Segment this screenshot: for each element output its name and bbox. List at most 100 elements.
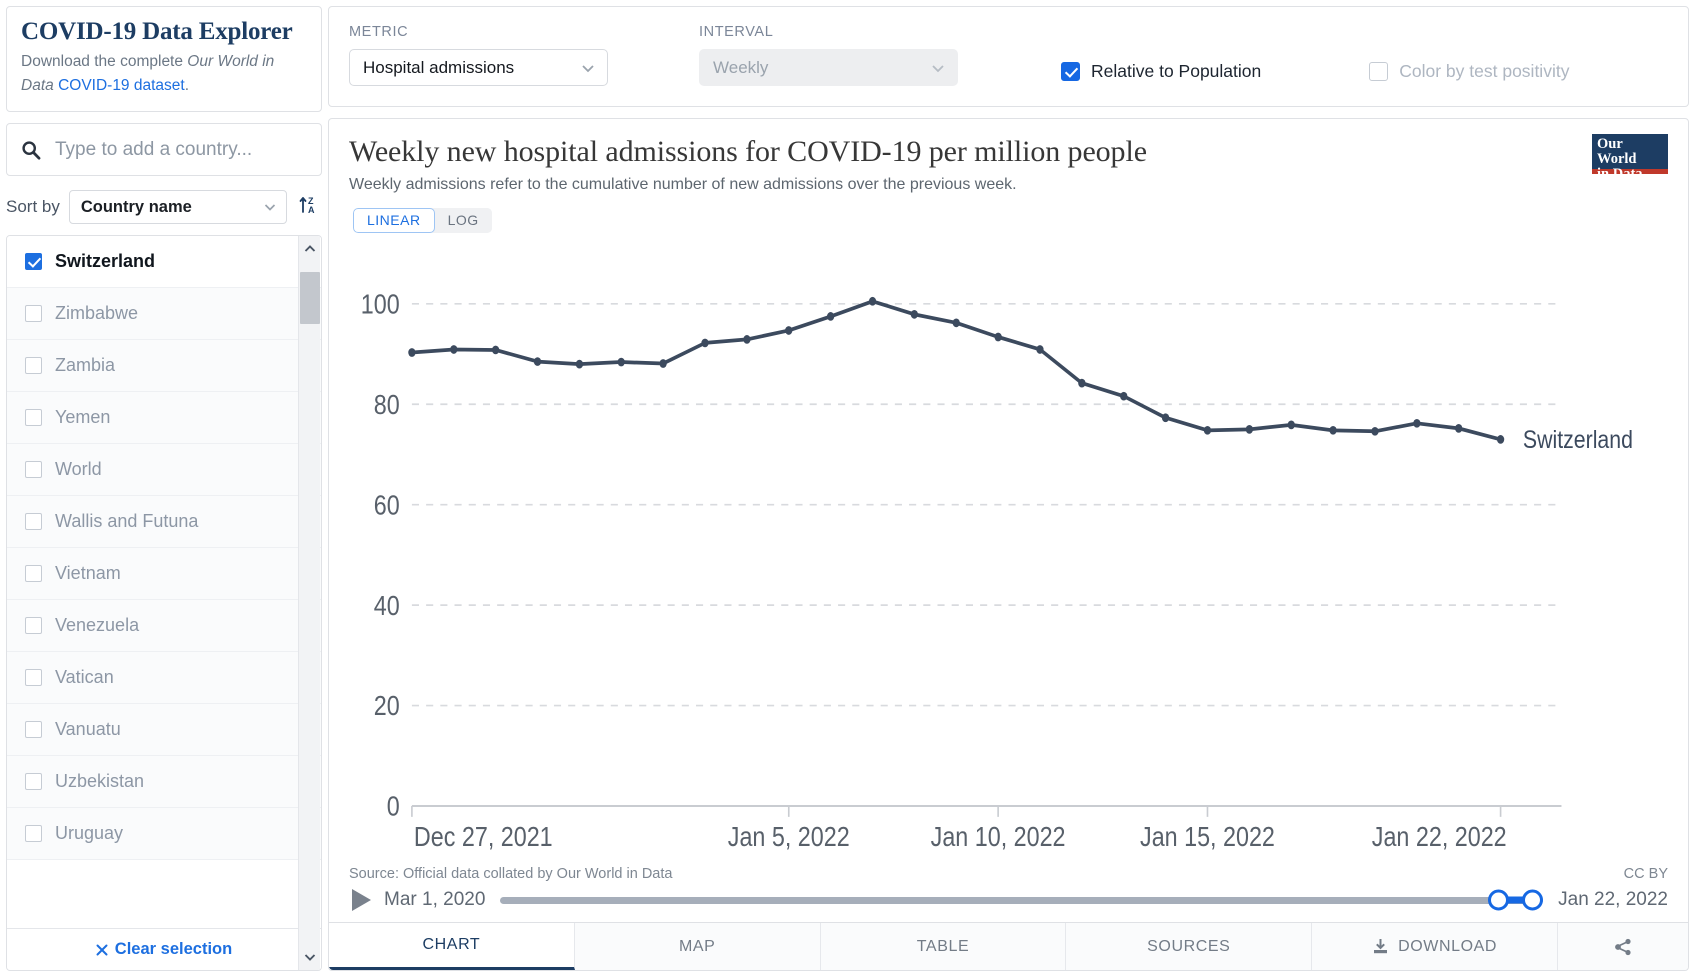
data-point[interactable] — [1078, 378, 1086, 387]
tab-table[interactable]: TABLE — [820, 923, 1067, 970]
tab-sources[interactable]: SOURCES — [1066, 923, 1313, 970]
clear-selection-button[interactable]: Clear selection — [7, 928, 321, 970]
data-point[interactable] — [743, 334, 751, 344]
checkbox-icon[interactable] — [25, 617, 42, 635]
play-icon[interactable] — [352, 889, 371, 911]
data-point[interactable] — [1496, 434, 1505, 444]
country-list[interactable]: Switzerland Zimbabwe Zambia Yemen World Walli… — [7, 236, 321, 928]
data-point[interactable] — [1036, 344, 1044, 354]
checkbox-icon[interactable] — [25, 565, 42, 583]
checkbox-icon[interactable] — [25, 357, 42, 375]
data-point[interactable] — [1245, 424, 1254, 434]
data-point[interactable] — [575, 359, 584, 368]
timeline-handle-end[interactable] — [1522, 889, 1544, 911]
scale-toggle[interactable]: LINEAR LOG — [353, 207, 492, 233]
scroll-down-icon[interactable] — [299, 944, 321, 970]
checkbox-icon[interactable] — [25, 825, 42, 843]
country-list-item[interactable]: Wallis and Futuna — [7, 496, 321, 549]
chart-license[interactable]: CC BY — [1624, 866, 1668, 882]
country-list-item[interactable]: Zambia — [7, 340, 321, 393]
scale-log-button[interactable]: LOG — [434, 207, 492, 233]
data-point[interactable] — [826, 311, 835, 321]
main-panel: METRIC Hospital admissions INTERVAL Week… — [328, 6, 1689, 971]
data-point[interactable] — [1120, 391, 1128, 401]
country-list-scrollbar[interactable] — [298, 236, 320, 970]
metric-select[interactable]: Hospital admissions — [349, 49, 608, 86]
timeline-track[interactable] — [500, 889, 1544, 911]
country-list-item[interactable]: Vatican — [7, 652, 321, 705]
data-point[interactable] — [1413, 418, 1421, 428]
data-point[interactable] — [910, 309, 918, 319]
country-list-item[interactable]: Uzbekistan — [7, 756, 321, 809]
country-list-item[interactable]: Yemen — [7, 392, 321, 445]
color-by-test-positivity-toggle[interactable]: Color by test positivity — [1369, 61, 1569, 82]
country-list-item[interactable]: Vietnam — [7, 548, 321, 601]
owid-logo[interactable]: Our World in Data — [1592, 134, 1668, 182]
search-input[interactable] — [53, 137, 307, 162]
country-name-label: Vatican — [55, 667, 114, 688]
country-list-item[interactable]: Venezuela — [7, 600, 321, 653]
scale-linear-button[interactable]: LINEAR — [353, 207, 435, 233]
tab-share[interactable] — [1557, 923, 1688, 970]
data-point[interactable] — [1203, 425, 1212, 435]
country-list-item[interactable]: Switzerland — [7, 236, 321, 289]
sort-by-label: Sort by — [6, 197, 60, 217]
timeline-handle-start[interactable] — [1488, 889, 1510, 911]
dataset-link[interactable]: COVID-19 dataset — [58, 77, 185, 94]
checkbox-icon[interactable] — [25, 305, 42, 323]
interval-select[interactable]: Weekly — [699, 49, 958, 86]
country-name-label: Zambia — [55, 355, 116, 376]
data-point[interactable] — [1161, 412, 1170, 422]
data-point[interactable] — [1287, 420, 1295, 429]
scrollbar-track[interactable] — [299, 262, 321, 944]
checkbox-icon[interactable] — [25, 773, 42, 791]
data-point[interactable] — [701, 338, 709, 347]
sort-by-select[interactable]: Country name — [68, 190, 287, 225]
data-point[interactable] — [868, 296, 877, 306]
control-checkboxes: Relative to Population Color by test pos… — [1061, 61, 1569, 82]
data-point[interactable] — [491, 345, 500, 354]
country-list-item[interactable]: Zimbabwe — [7, 288, 321, 341]
data-point[interactable] — [1329, 425, 1337, 435]
country-list-item[interactable]: World — [7, 444, 321, 497]
timeline[interactable]: Mar 1, 2020 Jan 22, 2022 — [349, 889, 1668, 922]
checkbox-icon[interactable] — [25, 409, 42, 427]
checkbox-icon[interactable] — [25, 669, 42, 687]
scrollbar-thumb[interactable] — [299, 272, 320, 325]
country-search-card[interactable] — [6, 123, 322, 177]
checkbox-icon[interactable] — [25, 513, 42, 531]
checkbox-icon[interactable] — [25, 461, 42, 479]
brand-subtitle: Download the complete Our World in Data … — [21, 50, 307, 98]
data-point[interactable] — [785, 325, 793, 335]
checkbox-icon[interactable] — [25, 721, 42, 739]
data-point[interactable] — [533, 356, 542, 366]
relative-to-population-toggle[interactable]: Relative to Population — [1061, 61, 1261, 82]
data-point[interactable] — [450, 344, 458, 354]
checkbox-icon[interactable] — [25, 253, 42, 271]
country-name-label: Switzerland — [55, 251, 156, 272]
tab-download[interactable]: DOWNLOAD — [1312, 923, 1558, 970]
line-chart[interactable]: 0 20 40 60 80 100 Dec 27, 2021 Jan 5, 2022 Jan 1… — [349, 237, 1668, 867]
series-label[interactable]: Switzerland — [1523, 425, 1633, 453]
x-axis-tick-label: Jan 22, 2022 — [1372, 822, 1507, 852]
data-point[interactable] — [659, 358, 667, 368]
y-axis-tick-label: 60 — [374, 490, 400, 520]
country-list-item[interactable]: Uruguay — [7, 808, 321, 861]
tab-chart[interactable]: CHART — [329, 923, 575, 970]
tab-map[interactable]: MAP — [574, 923, 821, 970]
tab-label: MAP — [678, 937, 716, 955]
data-point[interactable] — [994, 332, 1002, 341]
data-point[interactable] — [1455, 423, 1463, 433]
tab-bar[interactable]: CHART MAP TABLE SOURCES DOWNLOAD — [329, 922, 1688, 970]
data-point[interactable] — [617, 357, 625, 366]
data-point[interactable] — [1371, 426, 1379, 436]
data-point[interactable] — [408, 347, 416, 357]
sort-direction-button[interactable]: Z A — [296, 194, 322, 221]
chart-footer: Source: Official data collated by Our Wo… — [329, 866, 1688, 922]
covid-data-explorer-app: COVID-19 Data Explorer Download the comp… — [0, 0, 1695, 971]
chart-header: Weekly new hospital admissions for COVID… — [329, 119, 1688, 233]
scroll-up-icon[interactable] — [299, 236, 321, 262]
data-point[interactable] — [952, 317, 960, 327]
country-list-item[interactable]: Vanuatu — [7, 704, 321, 757]
plot-area: 0 20 40 60 80 100 Dec 27, 2021 Jan 5, 2022 Jan 1… — [349, 237, 1668, 867]
